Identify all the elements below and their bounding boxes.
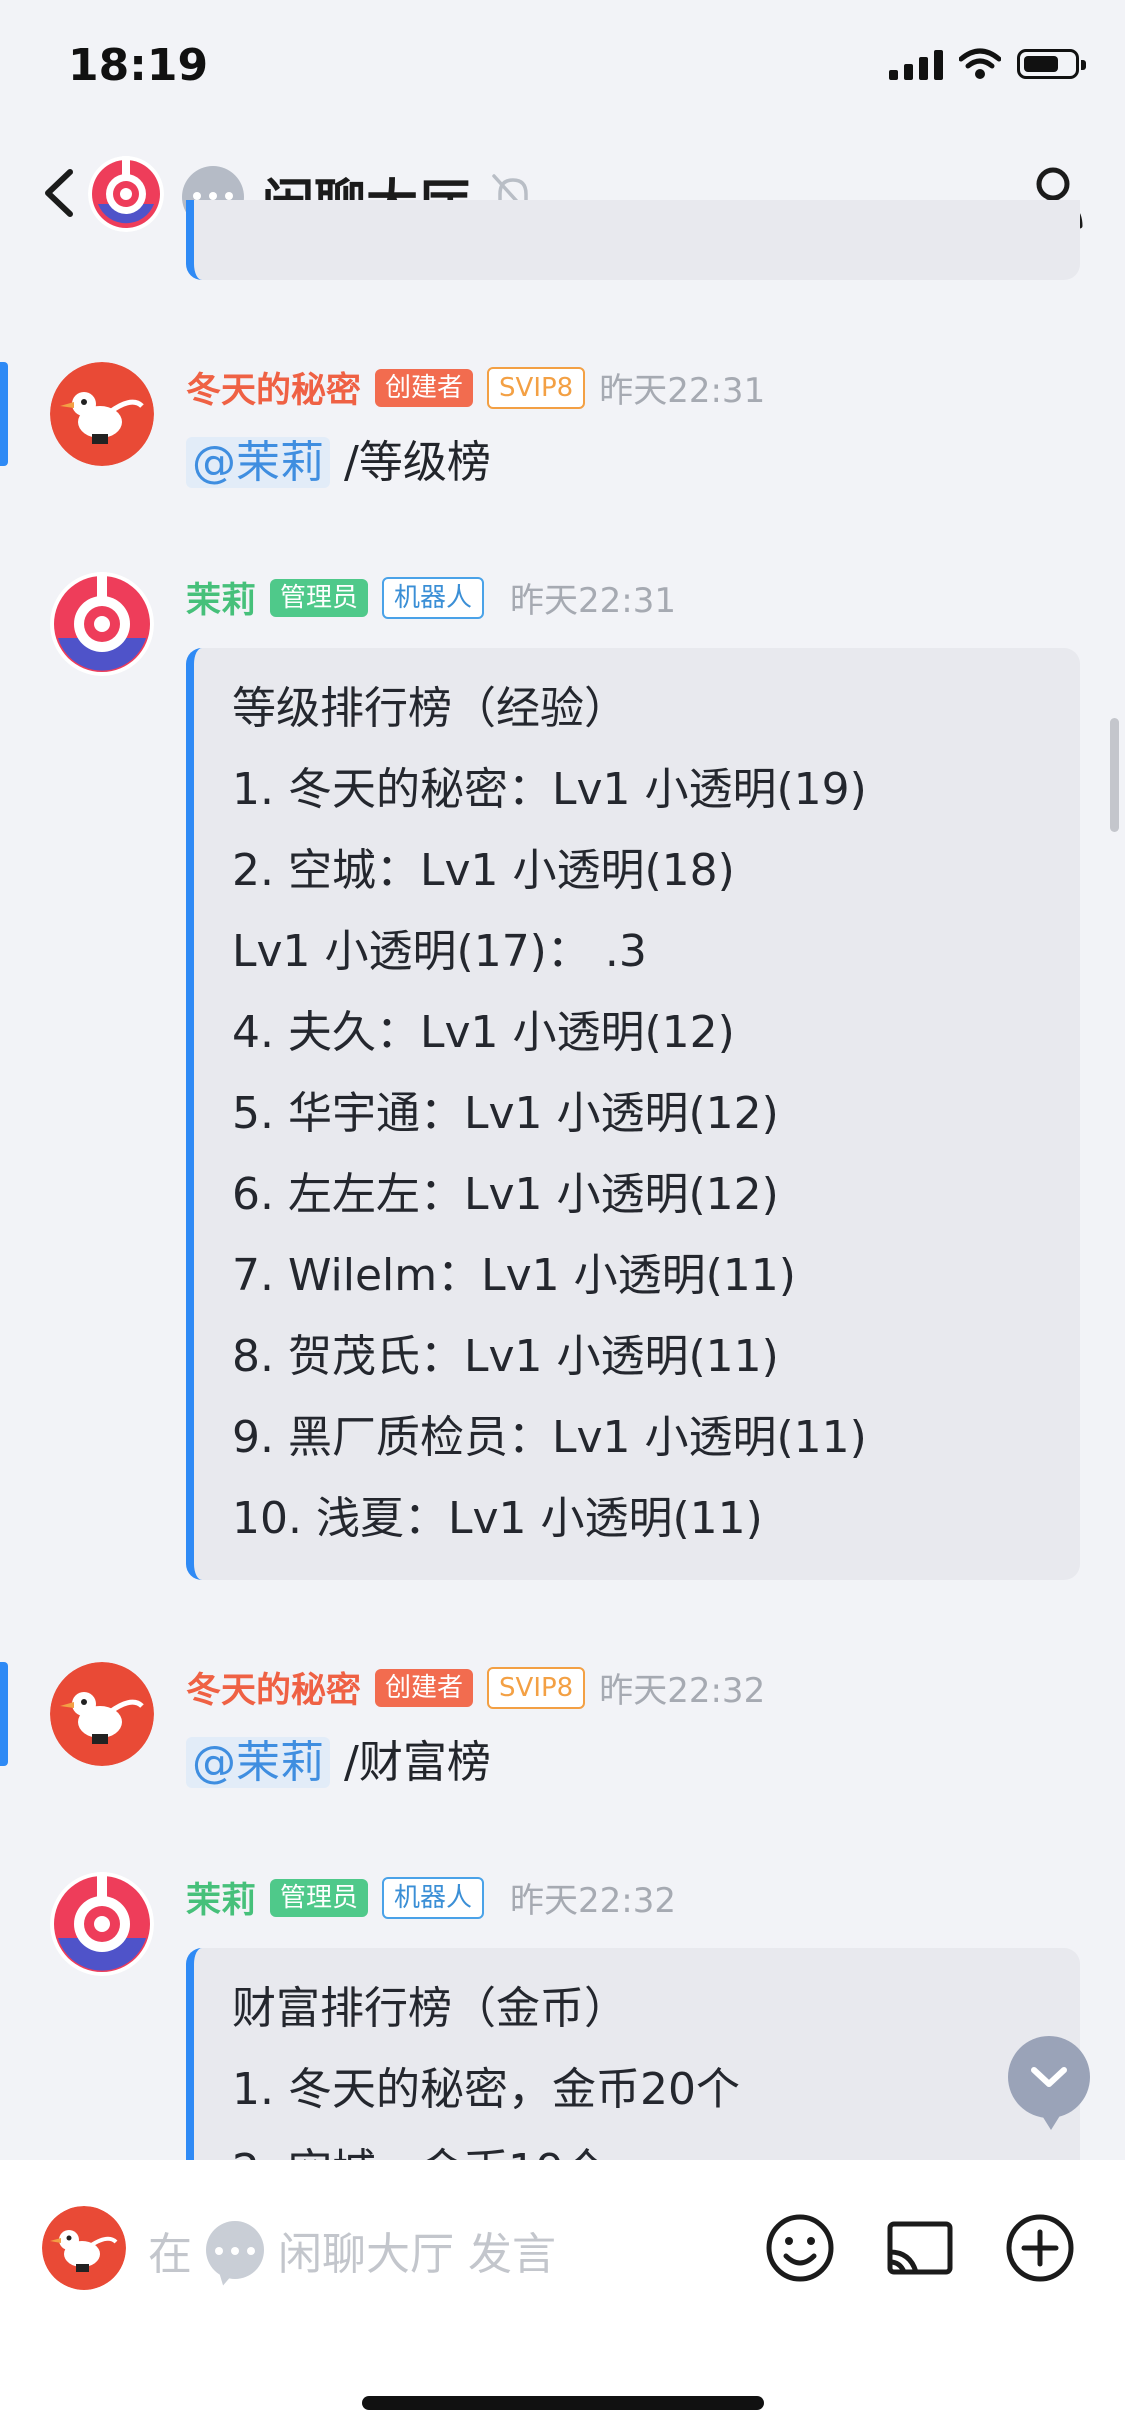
leaderboard-card[interactable]: 等级排行榜（经验） 1. 冬天的秘密：Lv1 小透明(19) 2. 空城：Lv1… — [186, 648, 1080, 1580]
input-room: 闲聊大厅 — [278, 2229, 454, 2280]
message-time: 昨天22:31 — [599, 371, 766, 411]
message-header: 茉莉 管理员 机器人 昨天22:32 — [186, 1872, 676, 1923]
card-line: 等级排行榜（经验） — [232, 683, 628, 734]
message-time: 昨天22:31 — [510, 581, 677, 621]
bot-badge: 机器人 — [382, 1876, 485, 1919]
message-highlight-bar — [0, 362, 8, 466]
card-line: 9. 黑厂质检员：Lv1 小透明(11) — [232, 1412, 867, 1463]
message-input[interactable]: 在 闲聊大厅 发言 — [148, 2218, 556, 2282]
input-prefix: 在 — [148, 2229, 192, 2280]
my-avatar[interactable] — [42, 2206, 126, 2290]
card-line: 5. 华宇通：Lv1 小透明(12) — [232, 1088, 779, 1139]
input-suffix: 发言 — [468, 2229, 556, 2280]
user-avatar[interactable] — [50, 362, 154, 466]
user-avatar[interactable] — [50, 1662, 154, 1766]
message-text[interactable]: @茉莉 /等级榜 — [186, 426, 491, 490]
chevron-down-icon — [1031, 2067, 1067, 2087]
creator-badge: 创建者 — [375, 1668, 474, 1707]
wifi-icon — [959, 48, 1001, 79]
message-header: 茉莉 管理员 机器人 昨天22:31 — [186, 572, 676, 623]
username[interactable]: 茉莉 — [186, 572, 256, 623]
command-text: /财富榜 — [344, 1737, 491, 1788]
svip-badge: SVIP8 — [487, 366, 586, 409]
card-line: 8. 贺茂氏：Lv1 小透明(11) — [232, 1331, 779, 1382]
home-indicator[interactable] — [362, 2396, 764, 2410]
screen-cast-icon[interactable] — [884, 2212, 956, 2284]
message-header: 冬天的秘密 创建者 SVIP8 昨天22:32 — [186, 1662, 765, 1713]
card-line: 7. Wilelm：Lv1 小透明(11) — [232, 1250, 796, 1301]
username[interactable]: 冬天的秘密 — [186, 362, 361, 413]
plus-icon[interactable] — [1004, 2212, 1076, 2284]
chat-bubble-icon — [206, 2221, 264, 2279]
username[interactable]: 冬天的秘密 — [186, 1662, 361, 1713]
command-text: /等级榜 — [344, 437, 491, 488]
signal-icon — [889, 48, 943, 80]
creator-badge: 创建者 — [375, 368, 474, 407]
scroll-down-button[interactable] — [1008, 2036, 1090, 2130]
svip-badge: SVIP8 — [487, 1666, 586, 1709]
status-time: 18:19 — [68, 40, 209, 91]
bot-badge: 机器人 — [382, 576, 485, 619]
input-bar — [0, 2160, 1125, 2436]
card-line: 10. 浅夏：Lv1 小透明(11) — [232, 1493, 763, 1544]
bot-avatar[interactable] — [50, 1872, 154, 1976]
emoji-icon[interactable] — [764, 2212, 836, 2284]
card-line: Lv1 小透明(17)： .3 — [232, 926, 647, 977]
mention[interactable]: @茉莉 — [186, 1737, 330, 1788]
battery-icon — [1017, 49, 1086, 79]
message-text[interactable]: @茉莉 /财富榜 — [186, 1726, 491, 1790]
card-line: 1. 冬天的秘密，金币20个 — [232, 2064, 740, 2115]
bot-avatar[interactable] — [50, 572, 154, 676]
message-header: 冬天的秘密 创建者 SVIP8 昨天22:31 — [186, 362, 765, 413]
message-time: 昨天22:32 — [510, 1881, 677, 1921]
message-time: 昨天22:32 — [599, 1671, 766, 1711]
username[interactable]: 茉莉 — [186, 1872, 256, 1923]
previous-message-card — [186, 200, 1080, 280]
status-icons — [889, 48, 1086, 80]
card-line: 4. 夫久：Lv1 小透明(12) — [232, 1007, 735, 1058]
card-line: 财富排行榜（金币） — [232, 1983, 628, 2034]
admin-badge: 管理员 — [270, 578, 369, 617]
mention[interactable]: @茉莉 — [186, 437, 330, 488]
back-icon[interactable] — [34, 158, 84, 228]
card-line: 2. 空城：Lv1 小透明(18) — [232, 845, 735, 896]
scrollbar[interactable] — [1110, 718, 1119, 832]
card-line: 6. 左左左：Lv1 小透明(12) — [232, 1169, 779, 1220]
admin-badge: 管理员 — [270, 1878, 369, 1917]
card-line: 1. 冬天的秘密：Lv1 小透明(19) — [232, 764, 867, 815]
message-highlight-bar — [0, 1662, 8, 1766]
group-avatar[interactable] — [88, 156, 164, 232]
